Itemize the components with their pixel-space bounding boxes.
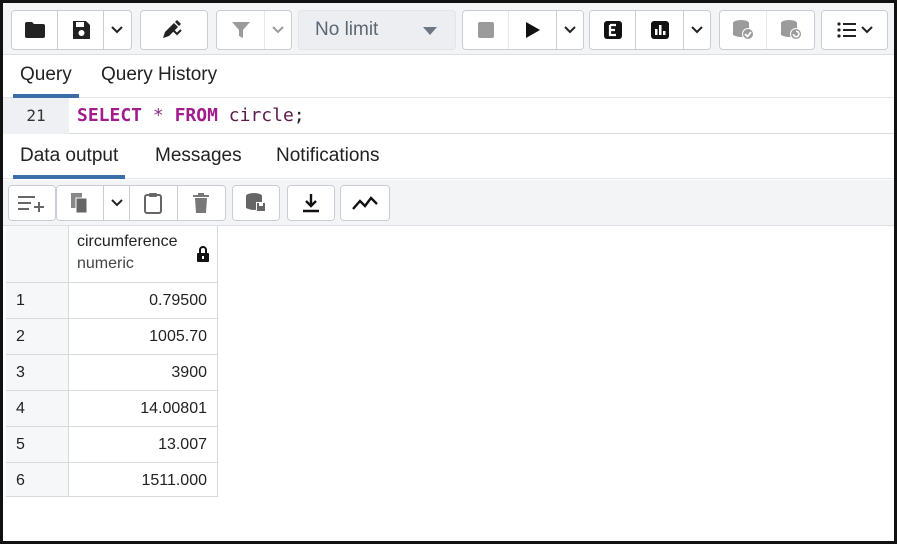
sql-editor[interactable]: 21 SELECT * FROM circle; [3, 98, 894, 134]
copy-button[interactable] [57, 186, 105, 220]
line-chart-icon [352, 196, 378, 210]
graph-group [340, 185, 390, 221]
chevron-down-icon [111, 26, 123, 34]
table-cell[interactable]: 3900 [69, 355, 218, 391]
execute-button-group [462, 10, 584, 50]
explain-analyze-button[interactable] [636, 11, 684, 49]
filter-button-group [216, 10, 292, 50]
query-tabs: Query Query History [3, 56, 894, 98]
keyword-select: SELECT [77, 105, 143, 126]
semicolon: ; [293, 105, 305, 126]
tab-data-output[interactable]: Data output [13, 137, 126, 179]
explain-e-icon [603, 21, 622, 39]
explain-button-group [589, 10, 711, 50]
table-name: circle [228, 105, 294, 126]
add-row-icon [18, 196, 44, 212]
commit-button[interactable] [720, 11, 767, 49]
open-file-button[interactable] [12, 11, 58, 49]
download-group [287, 185, 335, 221]
keyword-from: FROM [174, 105, 218, 126]
filter-options-dropdown[interactable] [265, 11, 291, 49]
row-limit-select[interactable]: No limit [298, 10, 456, 50]
play-icon [525, 22, 540, 38]
column-type: numeric [77, 255, 134, 272]
download-icon [303, 194, 319, 213]
rollback-button[interactable] [767, 11, 814, 49]
row-number[interactable]: 1 [6, 283, 69, 319]
table-cell[interactable]: 14.00801 [69, 391, 218, 427]
row-number[interactable]: 5 [6, 427, 69, 463]
execute-options-dropdown[interactable] [557, 11, 583, 49]
table-cell[interactable]: 0.79500 [69, 283, 218, 319]
copy-paste-group [56, 185, 226, 221]
copy-icon [71, 193, 88, 214]
database-save-icon [246, 193, 266, 212]
database-check-icon [733, 20, 754, 40]
tab-messages[interactable]: Messages [148, 137, 249, 179]
chevron-down-icon [691, 26, 703, 34]
floppy-disk-icon [72, 21, 90, 39]
result-tabs: Data output Messages Notifications [3, 137, 894, 179]
save-data-group [232, 185, 280, 221]
lock-icon [197, 246, 209, 267]
pen-icon [163, 20, 182, 38]
row-limit-value: No limit [315, 19, 379, 40]
trash-icon [193, 193, 210, 213]
row-number-header[interactable] [6, 226, 69, 283]
copy-options-dropdown[interactable] [104, 186, 131, 220]
paste-button[interactable] [130, 186, 178, 220]
code-line[interactable]: SELECT * FROM circle; [77, 98, 305, 134]
transaction-button-group [719, 10, 815, 50]
macros-button[interactable] [822, 11, 887, 49]
list-icon [836, 22, 873, 38]
filter-button[interactable] [217, 11, 265, 49]
chevron-down-icon [272, 26, 284, 34]
bar-chart-icon [650, 21, 669, 39]
caret-down-icon [423, 27, 437, 35]
graph-visualiser-button[interactable] [341, 186, 389, 220]
row-number[interactable]: 3 [6, 355, 69, 391]
filter-icon [231, 22, 250, 38]
column-header-circumference[interactable]: circumference numeric [69, 226, 218, 283]
file-button-group [11, 10, 132, 50]
edit-button[interactable] [141, 11, 207, 49]
clipboard-icon [144, 193, 163, 214]
row-number[interactable]: 6 [6, 463, 69, 497]
explain-button[interactable] [590, 11, 636, 49]
chevron-down-icon [564, 26, 576, 34]
execute-button[interactable] [509, 11, 557, 49]
save-options-dropdown[interactable] [104, 11, 130, 49]
download-button[interactable] [288, 186, 334, 220]
row-number[interactable]: 4 [6, 391, 69, 427]
explain-options-dropdown[interactable] [684, 11, 710, 49]
tab-query-history[interactable]: Query History [94, 56, 224, 98]
folder-icon [24, 22, 45, 38]
chevron-down-icon [111, 199, 123, 207]
macros-button-group [821, 10, 888, 50]
edit-button-group [140, 10, 208, 50]
save-file-button[interactable] [58, 11, 104, 49]
stop-button[interactable] [463, 11, 509, 49]
table-cell[interactable]: 1005.70 [69, 319, 218, 355]
grid-toolbar [3, 180, 894, 226]
row-number[interactable]: 2 [6, 319, 69, 355]
save-data-button[interactable] [233, 186, 279, 220]
column-name: circumference [77, 233, 178, 250]
tab-query[interactable]: Query [13, 56, 79, 98]
add-row-button[interactable] [9, 186, 55, 220]
stop-icon [477, 22, 494, 38]
database-rollback-icon [780, 20, 802, 40]
star-operator: * [152, 105, 164, 126]
table-cell[interactable]: 1511.000 [69, 463, 218, 497]
query-toolbar: No limit [3, 3, 894, 55]
add-row-group [8, 185, 56, 221]
tab-notifications[interactable]: Notifications [269, 137, 387, 179]
table-cell[interactable]: 13.007 [69, 427, 218, 463]
line-number: 21 [3, 98, 69, 134]
delete-button[interactable] [177, 186, 225, 220]
